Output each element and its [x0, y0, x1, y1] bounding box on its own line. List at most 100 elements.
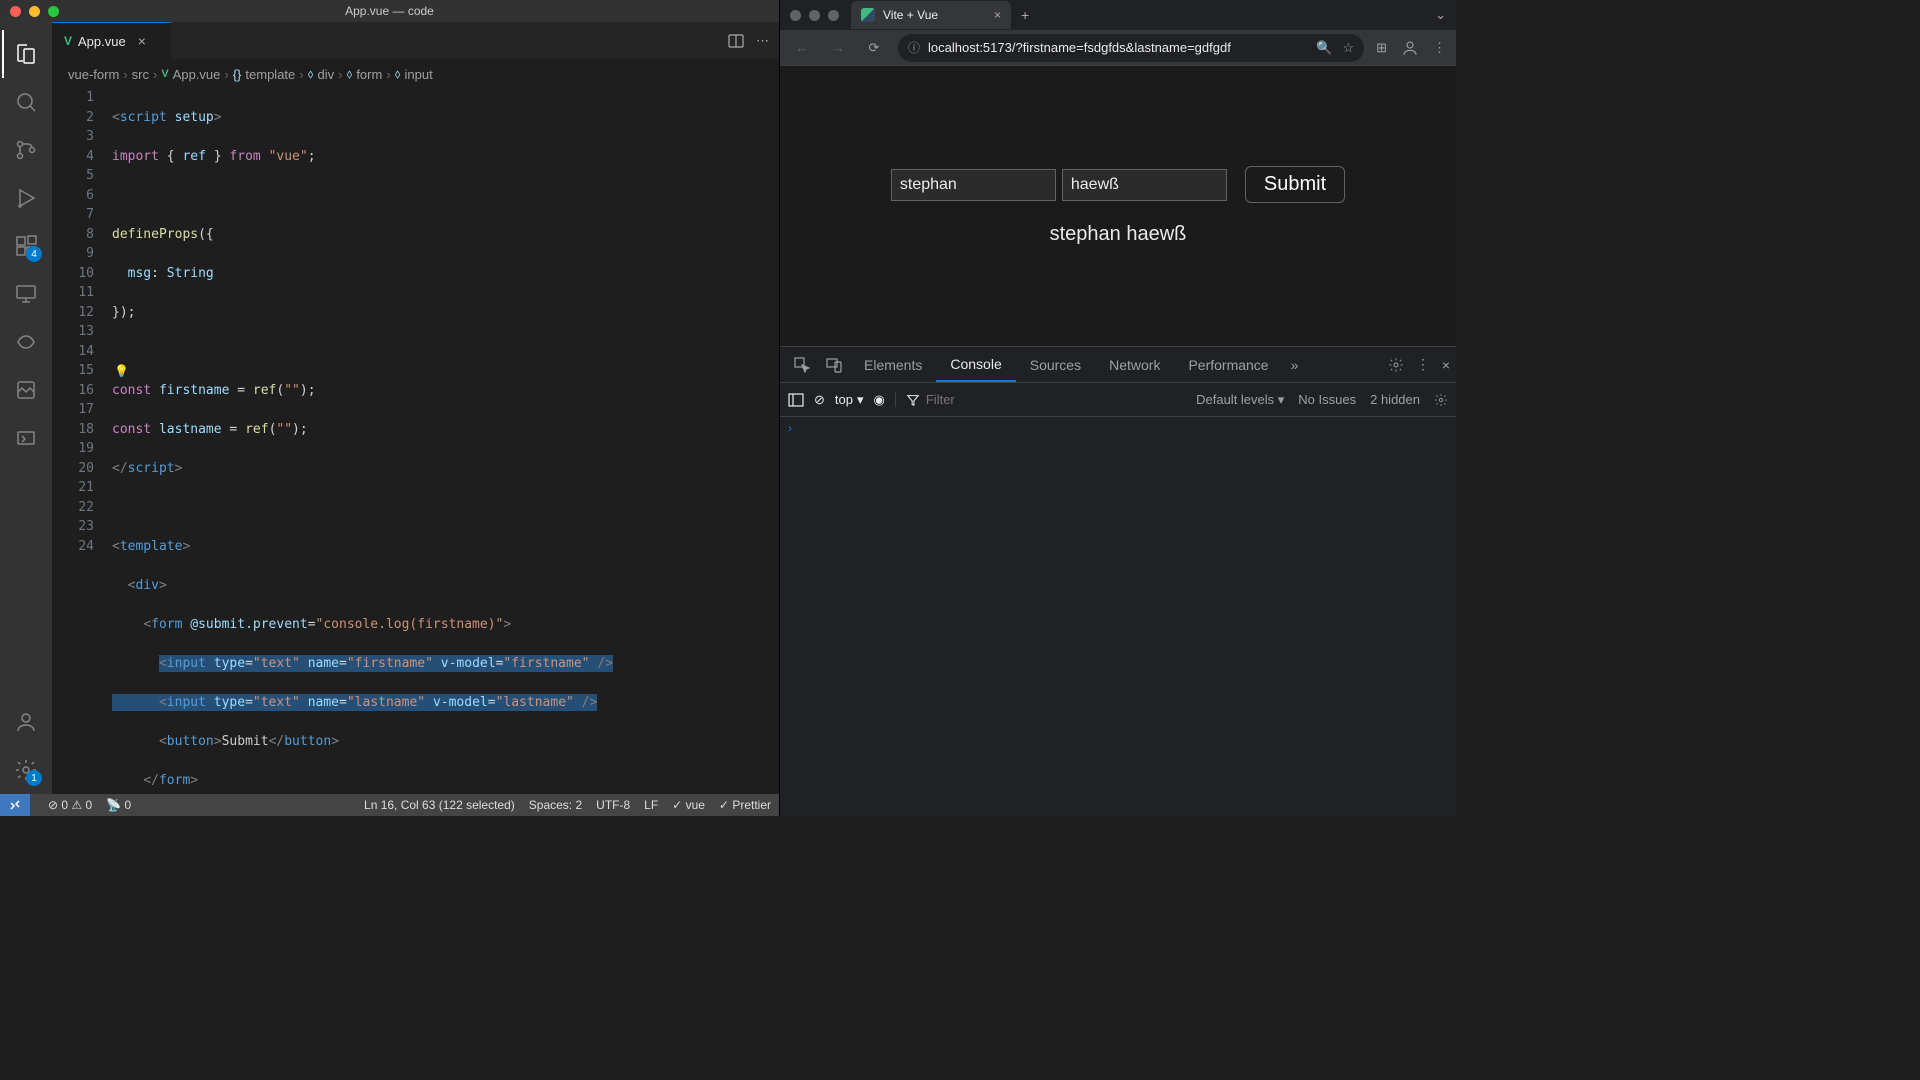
- activity-icon-3[interactable]: [2, 414, 50, 462]
- extensions-puzzle-icon[interactable]: ⊞: [1376, 40, 1387, 56]
- bookmark-star-icon[interactable]: ☆: [1342, 40, 1354, 56]
- activity-icon-2[interactable]: [2, 366, 50, 414]
- url-bar[interactable]: ⓘ localhost:5173/?firstname=fsdgfds&last…: [898, 34, 1364, 62]
- run-debug-icon[interactable]: [2, 174, 50, 222]
- submit-button[interactable]: Submit: [1245, 166, 1345, 203]
- new-tab-icon[interactable]: +: [1021, 7, 1029, 23]
- browser-tab-title: Vite + Vue: [883, 8, 938, 22]
- back-icon[interactable]: ←: [790, 40, 814, 55]
- device-toolbar-icon[interactable]: [818, 357, 850, 373]
- console-sidebar-icon[interactable]: [788, 392, 804, 408]
- editor-area: V App.vue × ⋯ vue-form › src › V App.vue…: [52, 22, 779, 794]
- console-toolbar: ⊘ top▾ ◉ Default levels ▾ No Issues 2 hi…: [780, 383, 1456, 417]
- reload-icon[interactable]: ⟳: [862, 40, 886, 56]
- close-tab-icon[interactable]: ×: [994, 8, 1001, 22]
- browser-traffic-lights: [790, 10, 839, 21]
- ports-count[interactable]: 📡 0: [106, 798, 131, 812]
- console-settings-icon[interactable]: [1434, 393, 1448, 407]
- devtools-tab-sources[interactable]: Sources: [1016, 347, 1095, 382]
- more-tabs-icon[interactable]: »: [1283, 357, 1307, 373]
- devtools-panel: Elements Console Sources Network Perform…: [780, 346, 1456, 816]
- profile-avatar-icon[interactable]: [1401, 39, 1419, 57]
- lastname-input[interactable]: [1062, 169, 1227, 201]
- line-numbers: 123456789101112131415161718192021222324: [52, 88, 112, 794]
- console-filter-input[interactable]: [926, 392, 1102, 407]
- devtools-tab-performance[interactable]: Performance: [1174, 347, 1282, 382]
- browser-window: Vite + Vue × + ⌄ ← → ⟳ ⓘ localhost:5173/…: [779, 0, 1456, 816]
- extensions-icon[interactable]: 4: [2, 222, 50, 270]
- forward-icon[interactable]: →: [826, 40, 850, 55]
- prettier-status[interactable]: ✓ Prettier: [719, 798, 771, 812]
- inspect-element-icon[interactable]: [786, 357, 818, 373]
- more-actions-icon[interactable]: ⋯: [756, 33, 769, 49]
- remote-indicator-icon[interactable]: [0, 794, 30, 816]
- browser-tab[interactable]: Vite + Vue ×: [851, 1, 1011, 29]
- search-icon[interactable]: [2, 78, 50, 126]
- minimize-window-icon[interactable]: [809, 10, 820, 21]
- zoom-icon[interactable]: 🔍: [1316, 40, 1332, 56]
- log-levels-selector[interactable]: Default levels ▾: [1196, 392, 1284, 408]
- breadcrumb-item[interactable]: V App.vue: [161, 67, 220, 82]
- settings-badge: 1: [26, 770, 42, 786]
- browser-menu-icon[interactable]: ⋮: [1433, 40, 1446, 56]
- close-window-icon[interactable]: [790, 10, 801, 21]
- source-control-icon[interactable]: [2, 126, 50, 174]
- site-info-icon[interactable]: ⓘ: [908, 39, 920, 56]
- cursor-position[interactable]: Ln 16, Col 63 (122 selected): [364, 798, 515, 812]
- breadcrumb-item[interactable]: {} template: [233, 67, 296, 82]
- editor-tab-app-vue[interactable]: V App.vue ×: [52, 22, 172, 59]
- vite-favicon-icon: [861, 8, 875, 22]
- settings-gear-icon[interactable]: 1: [2, 746, 50, 794]
- devtools-tab-network[interactable]: Network: [1095, 347, 1174, 382]
- extensions-badge: 4: [26, 246, 42, 262]
- vscode-window: App.vue — code 4: [0, 0, 779, 816]
- errors-count[interactable]: ⊘ 0 ⚠ 0: [48, 798, 92, 812]
- vscode-titlebar: App.vue — code: [0, 0, 779, 22]
- devtools-settings-icon[interactable]: [1388, 357, 1404, 373]
- context-selector[interactable]: top▾: [835, 392, 864, 408]
- eol[interactable]: LF: [644, 798, 658, 812]
- code-editor[interactable]: 123456789101112131415161718192021222324 …: [52, 88, 779, 794]
- breadcrumb-item[interactable]: src: [132, 67, 149, 82]
- breadcrumb-item[interactable]: ⬨ div: [308, 66, 334, 82]
- remote-explorer-icon[interactable]: [2, 270, 50, 318]
- breadcrumb-item[interactable]: vue-form: [68, 67, 119, 82]
- code-content[interactable]: <script setup> import { ref } from "vue"…: [112, 88, 779, 794]
- chevron-down-icon[interactable]: ⌄: [1435, 7, 1446, 23]
- live-expression-icon[interactable]: ◉: [874, 392, 885, 408]
- devtools-menu-icon[interactable]: ⋮: [1416, 356, 1430, 373]
- editor-tabs: V App.vue × ⋯: [52, 22, 779, 60]
- account-icon[interactable]: [2, 698, 50, 746]
- firstname-input[interactable]: [891, 169, 1056, 201]
- breadcrumb-item[interactable]: ⬨ input: [395, 66, 433, 82]
- devtools-tab-elements[interactable]: Elements: [850, 347, 936, 382]
- devtools-tab-console[interactable]: Console: [936, 347, 1015, 382]
- browser-titlebar: Vite + Vue × + ⌄: [780, 0, 1456, 30]
- demo-form: Submit: [891, 166, 1345, 203]
- url-text: localhost:5173/?firstname=fsdgfds&lastna…: [928, 40, 1231, 55]
- vue-file-icon: V: [64, 34, 72, 48]
- devtools-tabs: Elements Console Sources Network Perform…: [780, 347, 1456, 383]
- split-editor-icon[interactable]: [728, 33, 744, 49]
- devtools-close-icon[interactable]: ×: [1442, 357, 1450, 373]
- breadcrumb-item[interactable]: ⬨ form: [346, 66, 382, 82]
- browser-toolbar: ← → ⟳ ⓘ localhost:5173/?firstname=fsdgfd…: [780, 30, 1456, 66]
- explorer-icon[interactable]: [2, 30, 50, 78]
- console-prompt-icon: ›: [788, 421, 792, 435]
- filter-icon: [906, 393, 920, 407]
- close-tab-icon[interactable]: ×: [138, 33, 146, 49]
- page-viewport: Submit stephan haewß: [780, 66, 1456, 346]
- breadcrumbs[interactable]: vue-form › src › V App.vue › {} template…: [52, 60, 779, 88]
- status-bar: ⊘ 0 ⚠ 0 📡 0 Ln 16, Col 63 (122 selected)…: [0, 794, 779, 816]
- encoding[interactable]: UTF-8: [596, 798, 630, 812]
- language-mode[interactable]: ✓ vue: [672, 798, 705, 812]
- activity-icon-1[interactable]: [2, 318, 50, 366]
- activity-bar: 4 1: [0, 22, 52, 794]
- console-output[interactable]: ›: [780, 417, 1456, 816]
- issues-indicator[interactable]: No Issues: [1298, 392, 1356, 407]
- indentation[interactable]: Spaces: 2: [529, 798, 582, 812]
- window-title: App.vue — code: [0, 4, 779, 18]
- maximize-window-icon[interactable]: [828, 10, 839, 21]
- clear-console-icon[interactable]: ⊘: [814, 392, 825, 408]
- hidden-count[interactable]: 2 hidden: [1370, 392, 1420, 407]
